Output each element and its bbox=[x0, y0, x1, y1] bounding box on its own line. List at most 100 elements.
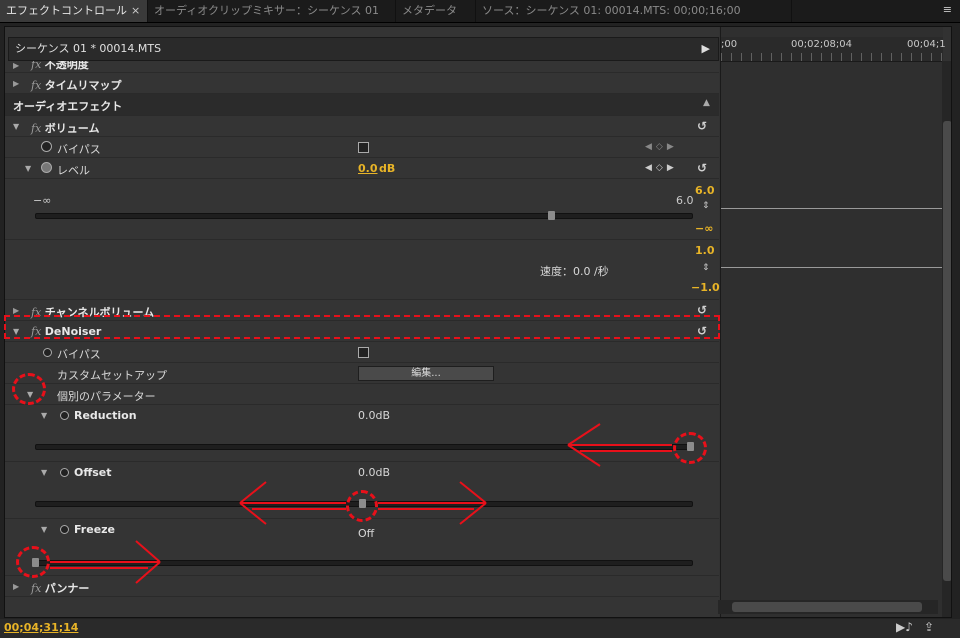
panner-label: パンナー bbox=[44, 582, 90, 595]
status-bar: 00;04;31;14 ▶♪ ⇪ bbox=[0, 619, 960, 638]
sequence-header[interactable]: シーケンス 01 * 00014.MTS ▶ bbox=[8, 37, 719, 61]
freeze-row: ▼ Freeze Off bbox=[5, 519, 719, 576]
timeline-area[interactable]: ;00 00;02;08;04 00;04;1 bbox=[720, 27, 946, 617]
sequence-title: シーケンス 01 * 00014.MTS bbox=[15, 42, 162, 55]
collapse-icon[interactable]: ▼ bbox=[41, 468, 47, 477]
panner-row[interactable]: ▶ fx パンナー bbox=[5, 576, 719, 597]
stopwatch-icon[interactable] bbox=[60, 524, 69, 537]
collapse-icon[interactable]: ▼ bbox=[41, 525, 47, 534]
highlight-circle bbox=[346, 490, 378, 522]
volume-row[interactable]: ▼ fx ボリューム ↺ bbox=[5, 116, 719, 137]
expand-icon[interactable]: ▶ bbox=[13, 79, 19, 88]
play-audio-icon[interactable]: ▶♪ bbox=[896, 620, 913, 634]
collapse-icon[interactable]: ▼ bbox=[41, 411, 47, 420]
scroll-thumb[interactable] bbox=[943, 121, 951, 581]
bypass-label: バイパス bbox=[57, 143, 101, 156]
graph-top-value: 6.0 bbox=[695, 184, 715, 197]
ruler-label: 00;04;1 bbox=[907, 39, 946, 50]
close-icon[interactable]: × bbox=[131, 4, 140, 17]
graph-toggle-icon[interactable]: ⇕ bbox=[702, 201, 710, 211]
tab-metadata[interactable]: メタデータ bbox=[396, 0, 476, 22]
time-ruler[interactable]: ;00 00;02;08;04 00;04;1 bbox=[721, 37, 946, 62]
reduction-slider-track[interactable] bbox=[35, 444, 693, 450]
vertical-scrollbar[interactable] bbox=[942, 61, 951, 617]
opacity-row[interactable]: ▶ fx 不透明度 bbox=[5, 61, 719, 73]
panner-label-group: fx パンナー bbox=[31, 580, 89, 596]
keyframe-nav-icon[interactable]: ◀◇▶ bbox=[645, 142, 678, 152]
level-label: レベル bbox=[57, 164, 90, 177]
reduction-value[interactable]: 0.0dB bbox=[358, 409, 390, 422]
tab-label: ソース：シーケンス 01: 00014.MTS: 00;00;16;00 bbox=[482, 4, 741, 17]
volume-bypass-row: バイパス ◀◇▶ bbox=[5, 137, 719, 158]
reduction-label: Reduction bbox=[74, 409, 137, 422]
reset-icon[interactable]: ↺ bbox=[697, 119, 707, 133]
fx-icon: fx bbox=[31, 582, 42, 595]
individual-params-row[interactable]: ▼ 個別のパラメーター bbox=[5, 384, 719, 405]
fx-icon: fx bbox=[31, 61, 42, 71]
export-icon[interactable]: ⇪ bbox=[924, 620, 934, 634]
velocity-graph-line[interactable] bbox=[721, 267, 943, 268]
tab-label: メタデータ bbox=[402, 4, 457, 17]
level-slider-track[interactable] bbox=[35, 213, 693, 219]
current-timecode[interactable]: 00;04;31;14 bbox=[4, 621, 78, 634]
stopwatch-icon[interactable] bbox=[41, 162, 52, 176]
graph-bottom-value: −∞ bbox=[695, 222, 714, 235]
stopwatch-icon[interactable] bbox=[60, 410, 69, 423]
bypass-checkbox[interactable] bbox=[358, 142, 369, 153]
level-slider-thumb[interactable] bbox=[548, 211, 555, 220]
edit-button[interactable]: 編集... bbox=[358, 366, 494, 381]
tab-bar: エフェクトコントロール × オーディオクリップミキサー：シーケンス 01 メタデー… bbox=[0, 0, 960, 23]
ruler-label: 00;02;08;04 bbox=[791, 39, 853, 50]
freeze-value[interactable]: Off bbox=[358, 527, 374, 540]
expand-icon[interactable]: ▶ bbox=[13, 306, 19, 315]
time-remap-row[interactable]: ▶ fx タイムリマップ bbox=[5, 73, 719, 94]
keyframe-nav-icon[interactable]: ◀◇▶ bbox=[645, 163, 678, 173]
stopwatch-icon[interactable] bbox=[41, 141, 52, 155]
opacity-label-group: fx 不透明度 bbox=[31, 61, 89, 72]
highlight-circle bbox=[12, 373, 46, 405]
collapse-icon[interactable]: ▼ bbox=[13, 122, 19, 131]
level-row: ▼ レベル 0.0 dB ◀◇▶ ↺ bbox=[5, 158, 719, 179]
expand-triangle-icon[interactable]: ▶ bbox=[702, 38, 710, 60]
level-unit: dB bbox=[379, 162, 396, 175]
reduction-row: ▼ Reduction 0.0dB bbox=[5, 405, 719, 462]
stopwatch-icon[interactable] bbox=[43, 347, 52, 360]
volume-label: ボリューム bbox=[44, 122, 100, 135]
level-slider-row: −∞ 6.0 6.0 ⇕ −∞ bbox=[5, 179, 719, 240]
denoiser-bypass-row: バイパス bbox=[5, 342, 719, 363]
horizontal-scrollbar[interactable] bbox=[718, 600, 938, 614]
tab-audio-clip-mixer[interactable]: オーディオクリップミキサー：シーケンス 01 bbox=[148, 0, 396, 22]
opacity-label: 不透明度 bbox=[44, 61, 89, 71]
fx-icon: fx bbox=[31, 122, 42, 135]
speed-readout: 速度：0.0 /秒 bbox=[540, 265, 609, 278]
freeze-label: Freeze bbox=[74, 523, 116, 536]
fx-icon: fx bbox=[31, 79, 42, 92]
level-value[interactable]: 0.0 bbox=[358, 162, 378, 175]
ruler-label: ;00 bbox=[721, 39, 738, 50]
offset-value[interactable]: 0.0dB bbox=[358, 466, 390, 479]
collapse-icon[interactable]: ▼ bbox=[25, 164, 31, 173]
collapse-triangle-icon[interactable]: ▲ bbox=[703, 98, 710, 108]
highlight-circle bbox=[673, 432, 707, 464]
time-remap-label: タイムリマップ bbox=[44, 79, 122, 92]
audio-effects-label: オーディオエフェクト bbox=[13, 100, 123, 113]
level-graph-line[interactable] bbox=[721, 208, 943, 209]
expand-icon[interactable]: ▶ bbox=[13, 61, 19, 70]
freeze-slider-track[interactable] bbox=[35, 560, 693, 566]
bypass-label: バイパス bbox=[57, 348, 101, 361]
graph-toggle-icon[interactable]: ⇕ bbox=[702, 263, 710, 273]
graph-top-value: 1.0 bbox=[695, 244, 715, 257]
denoiser-bypass-checkbox[interactable] bbox=[358, 347, 369, 358]
offset-label: Offset bbox=[74, 466, 112, 479]
panel-menu-icon[interactable]: ≡ bbox=[943, 3, 952, 16]
scroll-thumb[interactable] bbox=[732, 602, 922, 612]
expand-icon[interactable]: ▶ bbox=[13, 582, 19, 591]
tab-effect-controls[interactable]: エフェクトコントロール × bbox=[0, 0, 148, 22]
time-remap-label-group: fx タイムリマップ bbox=[31, 77, 122, 93]
tab-source[interactable]: ソース：シーケンス 01: 00014.MTS: 00;00;16;00 bbox=[476, 0, 792, 22]
highlight-circle bbox=[16, 546, 50, 578]
custom-setup-row: カスタムセットアップ 編集... bbox=[5, 363, 719, 384]
reset-icon[interactable]: ↺ bbox=[697, 161, 707, 175]
individual-params-label: 個別のパラメーター bbox=[57, 390, 156, 403]
stopwatch-icon[interactable] bbox=[60, 467, 69, 480]
